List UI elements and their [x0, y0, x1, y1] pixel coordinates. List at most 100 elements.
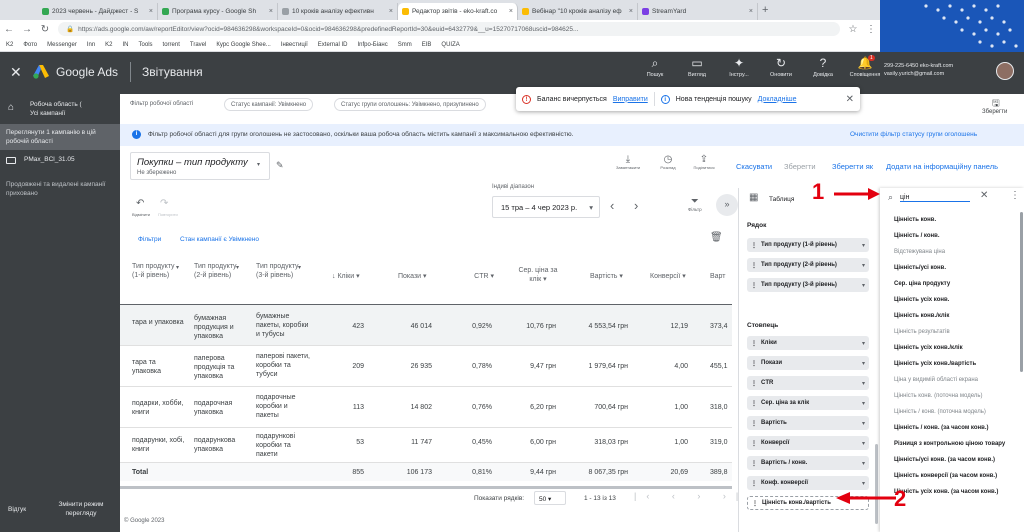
- bookmark-item[interactable]: K2: [105, 42, 112, 48]
- adgroup-status-chip[interactable]: Статус групи оголошень: Увімкнено, призу…: [334, 98, 486, 111]
- bookmark-item[interactable]: torrent: [163, 42, 180, 48]
- bookmark-item[interactable]: Inn: [87, 42, 95, 48]
- browser-tab-active[interactable]: Редактор звітів - eko-kraft.co ×: [398, 3, 518, 20]
- account-info[interactable]: 299-225-6450 eko-kraft.com vasily.yurich…: [884, 62, 953, 78]
- bookmark-item[interactable]: Infpo-Біанс: [357, 42, 387, 48]
- bookmark-item[interactable]: QUIZA: [441, 42, 459, 48]
- metric-suggestion[interactable]: Цінність / конв. (за часом конв.): [894, 420, 1016, 436]
- metric-suggestion[interactable]: Цінність / конв.: [894, 228, 1016, 244]
- edit-pencil-icon[interactable]: ✎: [276, 160, 284, 171]
- redo-icon[interactable]: ↷: [160, 198, 168, 209]
- bookmark-item[interactable]: ЕІВ: [422, 42, 432, 48]
- fix-balance-link[interactable]: Виправити: [613, 96, 648, 103]
- bookmark-item[interactable]: K2: [6, 42, 13, 48]
- bookmark-item[interactable]: Фото: [23, 42, 37, 48]
- filters-link[interactable]: Фільтри: [138, 236, 161, 243]
- horizontal-scrollbar[interactable]: [120, 486, 732, 489]
- avatar[interactable]: [996, 62, 1014, 80]
- metric-suggestion[interactable]: Цінність усіх конв. (за часом конв.): [894, 484, 1016, 500]
- metric-suggestion[interactable]: Цінність конверсії (за часом конв.): [894, 468, 1016, 484]
- bookmark-item[interactable]: External ID: [318, 42, 348, 48]
- top-action-button[interactable]: ↻ Оновити: [762, 56, 800, 78]
- bookmark-item[interactable]: Messenger: [47, 42, 77, 48]
- column-header[interactable]: Вартість ▾: [590, 272, 640, 281]
- dropdown-caret-icon[interactable]: ▾: [176, 264, 179, 271]
- column-header[interactable]: Тип продукту (1-й рівень): [132, 262, 180, 280]
- panel-scrollbar[interactable]: [875, 444, 878, 524]
- metric-suggestion[interactable]: Цінність усіх конв.: [894, 292, 1016, 308]
- dropdown-caret-icon[interactable]: ▾: [298, 264, 301, 271]
- expand-panel-icon[interactable]: »: [716, 194, 738, 216]
- browser-tab[interactable]: 2023 червень - Дайджест - S ×: [38, 3, 158, 20]
- browser-tab[interactable]: StreamYard ×: [638, 3, 758, 20]
- metric-suggestion[interactable]: Цінність конв./клік: [894, 308, 1016, 324]
- bookmark-item[interactable]: Інвестиції: [281, 42, 308, 48]
- column-header[interactable]: CTR ▾: [452, 272, 494, 281]
- filter-button[interactable]: ⏷ Фільтр: [688, 196, 702, 212]
- new-tab-plus-icon[interactable]: +: [762, 4, 768, 16]
- metric-suggestion[interactable]: Цінність / конв. (поточна модель): [894, 404, 1016, 420]
- metric-suggestion[interactable]: Різниця з контрольною ціною товару: [894, 436, 1016, 452]
- metric-suggestion[interactable]: Цінність усіх конв./вартість: [894, 356, 1016, 372]
- browser-tab[interactable]: 10 кроків аналізу ефективн ×: [278, 3, 398, 20]
- extensions-icon[interactable]: ⋮: [866, 24, 876, 35]
- reload-icon[interactable]: ↻: [40, 24, 50, 35]
- top-action-button[interactable]: 🔔 Сповіщення 1: [846, 55, 884, 78]
- close-icon[interactable]: ×: [629, 8, 633, 15]
- workspace-selector[interactable]: Робоча область ( Усі кампанії: [30, 100, 116, 118]
- metric-suggestion[interactable]: Цінність результатів: [894, 324, 1016, 340]
- column-metric-pill[interactable]: ⋮ Конф. конверсії ▾: [747, 476, 869, 490]
- campaign-state-filter-chip[interactable]: Стан кампанії є Увімкнено: [180, 236, 259, 243]
- feedback-link[interactable]: Відгук: [8, 506, 26, 513]
- bookmark-item[interactable]: Smm: [398, 42, 412, 48]
- column-header[interactable]: Сер. ціна за клік ▾: [512, 266, 564, 284]
- campaign-status-chip[interactable]: Статус кампанії: Увімкнено: [224, 98, 314, 111]
- close-icon[interactable]: ✕: [846, 94, 854, 105]
- save-button[interactable]: Зберегти: [784, 162, 816, 171]
- sidebar-item-campaign[interactable]: PMax_BCl_31.05: [0, 152, 120, 168]
- metric-suggestion[interactable]: Цінність конв.: [894, 212, 1016, 228]
- row-dimension-pill[interactable]: ⋮ Тип продукту (3-й рівень) ▾: [747, 278, 869, 292]
- share-button[interactable]: ⇪ Поділитися: [692, 154, 716, 170]
- close-icon[interactable]: ×: [749, 8, 753, 15]
- column-metric-pill[interactable]: ⋮ Вартість / конв. ▾: [747, 456, 869, 470]
- add-to-dashboard-button[interactable]: Додати на інформаційну панель: [886, 162, 998, 171]
- close-icon[interactable]: ×: [269, 8, 273, 15]
- more-options-icon[interactable]: ⋮: [1010, 190, 1020, 201]
- column-header[interactable]: Конверсії ▾: [650, 272, 696, 281]
- clear-adgroup-filter-link[interactable]: Очистити фільтр статусу групи оголошень: [850, 131, 977, 138]
- bookmark-item[interactable]: IN: [123, 42, 129, 48]
- back-arrow-icon[interactable]: ←: [4, 24, 14, 35]
- metric-suggestion[interactable]: Сер. ціна продукту: [894, 276, 1016, 292]
- rows-per-page-select[interactable]: 50 ▾: [534, 491, 566, 505]
- close-icon[interactable]: ×: [509, 8, 513, 15]
- bookmark-item[interactable]: Курс Google Shee...: [216, 42, 270, 48]
- bookmark-item[interactable]: Tools: [139, 42, 153, 48]
- results-scrollbar[interactable]: [1020, 212, 1023, 372]
- switch-view-mode-link[interactable]: Змінити режим перегляду: [46, 500, 116, 518]
- top-action-button[interactable]: ✦ Інстру...: [720, 56, 758, 78]
- previous-period-chevron-icon[interactable]: ‹: [610, 198, 614, 213]
- close-icon[interactable]: ✕: [10, 64, 22, 81]
- date-range-picker[interactable]: 15 тра – 4 чер 2023 р. ▾: [492, 196, 600, 218]
- metric-suggestion[interactable]: Цінність конв. (поточна модель): [894, 388, 1016, 404]
- schedule-button[interactable]: ◷ Розклад: [656, 154, 680, 170]
- metric-suggestion[interactable]: Відстежувана ціна: [894, 244, 1016, 260]
- dropdown-caret-icon[interactable]: ▾: [236, 264, 239, 271]
- column-metric-pill[interactable]: ⋮ Покази ▾: [747, 356, 869, 370]
- bookmark-star-icon[interactable]: ☆: [848, 24, 858, 35]
- column-header[interactable]: Варт: [710, 272, 732, 281]
- metric-suggestion[interactable]: Цінність/усі конв.: [894, 260, 1016, 276]
- trash-icon[interactable]: 🗑: [710, 232, 723, 243]
- browser-tab[interactable]: Програма курсу - Google Sh ×: [158, 3, 278, 20]
- title-dropdown-icon[interactable]: ▾: [257, 161, 260, 168]
- metric-suggestion[interactable]: Цінність/усі конв. (за часом конв.): [894, 452, 1016, 468]
- url-field[interactable]: 🔒 https://ads.google.com/aw/reportEditor/…: [58, 22, 840, 36]
- learn-more-link[interactable]: Докладніше: [758, 96, 797, 103]
- next-period-chevron-icon[interactable]: ›: [634, 198, 638, 213]
- bookmark-item[interactable]: Travel: [190, 42, 206, 48]
- column-header-clicks[interactable]: ↓ Кліки ▾: [332, 272, 372, 281]
- column-metric-pill[interactable]: ⋮ Конверсії ▾: [747, 436, 869, 450]
- download-button[interactable]: ⤓ Завантажити: [616, 154, 640, 170]
- close-icon[interactable]: ×: [389, 8, 393, 15]
